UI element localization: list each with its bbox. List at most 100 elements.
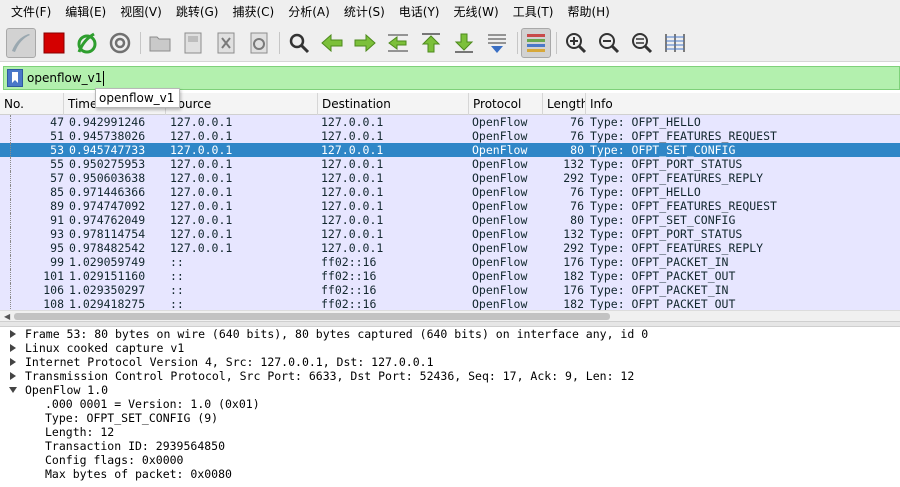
packet-row[interactable]: 108 1.029418275:: ff02::16 OpenFlow 182 Type:… <box>0 297 900 311</box>
menu-wireless[interactable]: 无线(W) <box>447 0 506 25</box>
find-packet-button[interactable] <box>284 28 314 58</box>
packet-time: 0.950603638 <box>69 171 146 185</box>
detail-text: Transaction ID: 2939564850 <box>45 439 226 453</box>
go-forward-button[interactable] <box>350 28 380 58</box>
packet-row[interactable]: 106 1.029350297:: ff02::16 OpenFlow 176 Type:… <box>0 283 900 297</box>
menu-capture[interactable]: 捕获(C) <box>225 0 281 25</box>
packet-protocol: OpenFlow <box>472 255 528 269</box>
expand-right-icon[interactable] <box>8 369 18 383</box>
column-header-info[interactable]: Info <box>586 93 900 115</box>
column-header-protocol[interactable]: Protocol <box>469 93 543 115</box>
packet-time: 0.974747092 <box>69 199 146 213</box>
display-filter-input[interactable] <box>27 67 887 89</box>
packet-row[interactable]: 101 1.029151160:: ff02::16 OpenFlow 182 Type:… <box>0 269 900 283</box>
detail-field[interactable]: .000 0001 = Version: 1.0 (0x01) <box>0 397 900 411</box>
packet-info: Type: OFPT_PORT_STATUS <box>590 157 743 171</box>
expand-right-icon[interactable] <box>8 341 18 355</box>
packet-source: 127.0.0.1 <box>170 185 233 199</box>
go-to-packet-icon <box>388 34 408 52</box>
packet-row[interactable]: 55 0.950275953 127.0.0.1 127.0.0.1 OpenFlow 1… <box>0 157 900 171</box>
detail-text: Config flags: 0x0000 <box>45 453 184 467</box>
go-last-button[interactable] <box>449 28 479 58</box>
detail-protocol-node[interactable]: Frame 53: 80 bytes on wire (640 bits), 8… <box>0 327 900 341</box>
start-capture-button[interactable] <box>6 28 36 58</box>
reload-file-button[interactable] <box>244 28 274 58</box>
packet-row[interactable]: 85 0.971446366 127.0.0.1 127.0.0.1 OpenFlow 7… <box>0 185 900 199</box>
packet-row[interactable]: 89 0.974747092 127.0.0.1 127.0.0.1 OpenFlow 7… <box>0 199 900 213</box>
go-back-button[interactable] <box>317 28 347 58</box>
detail-protocol-node[interactable]: Internet Protocol Version 4, Src: 127.0.… <box>0 355 900 369</box>
find-packet-icon <box>289 33 310 54</box>
packet-list-hscrollbar[interactable]: ◀ <box>0 310 900 321</box>
colorize-icon <box>527 34 545 52</box>
packet-time: 0.974762049 <box>69 213 146 227</box>
resize-columns-button[interactable] <box>660 28 690 58</box>
detail-field[interactable]: Type: OFPT_SET_CONFIG (9) <box>0 411 900 425</box>
detail-protocol-node[interactable]: Linux cooked capture v1 <box>0 341 900 355</box>
menu-edit[interactable]: 编辑(E) <box>58 0 113 25</box>
detail-protocol-node[interactable]: Transmission Control Protocol, Src Port:… <box>0 369 900 383</box>
packet-info: Type: OFPT_FEATURES_REPLY <box>590 241 764 255</box>
filter-autocomplete-item[interactable]: openflow_v1 <box>95 88 180 108</box>
packet-row[interactable]: 99 1.029059749:: ff02::16 OpenFlow 176 Type: … <box>0 255 900 269</box>
capture-options-button[interactable] <box>105 28 135 58</box>
detail-protocol-node[interactable]: OpenFlow 1.0 <box>0 383 900 397</box>
close-file-icon <box>217 32 235 54</box>
packet-source: 127.0.0.1 <box>170 227 233 241</box>
menu-telephony[interactable]: 电话(Y) <box>392 0 447 25</box>
expand-right-icon[interactable] <box>8 327 18 341</box>
packet-protocol: OpenFlow <box>472 185 528 199</box>
detail-text: Max bytes of packet: 0x0080 <box>45 467 232 481</box>
detail-field[interactable]: Config flags: 0x0000 <box>0 453 900 467</box>
zoom-in-button[interactable] <box>561 28 591 58</box>
detail-field[interactable]: Max bytes of packet: 0x0080 <box>0 467 900 481</box>
packet-time: 0.978482542 <box>69 241 146 255</box>
go-to-packet-button[interactable] <box>383 28 413 58</box>
packet-length: 176 <box>563 283 584 297</box>
stop-capture-button[interactable] <box>39 28 69 58</box>
auto-scroll-button[interactable] <box>482 28 512 58</box>
menu-tools[interactable]: 工具(T) <box>506 0 561 25</box>
go-first-button[interactable] <box>416 28 446 58</box>
expand-down-icon[interactable] <box>8 383 18 397</box>
detail-field[interactable]: Transaction ID: 2939564850 <box>0 439 900 453</box>
normal-size-button[interactable] <box>627 28 657 58</box>
column-header-no[interactable]: No. <box>0 93 64 115</box>
packet-row[interactable]: 93 0.978114754 127.0.0.1 127.0.0.1 OpenFlow 1… <box>0 227 900 241</box>
zoom-out-button[interactable] <box>594 28 624 58</box>
restart-capture-button[interactable] <box>72 28 102 58</box>
packet-info: Type: OFPT_PACKET_OUT <box>590 297 736 311</box>
packet-row[interactable]: 51 0.945738026 127.0.0.1 127.0.0.1 OpenFlow 7… <box>0 129 900 143</box>
detail-field[interactable]: Length: 12 <box>0 425 900 439</box>
scroll-left-icon[interactable]: ◀ <box>4 312 10 321</box>
packet-destination: 127.0.0.1 <box>321 157 384 171</box>
packet-length: 76 <box>570 185 584 199</box>
menu-analyze[interactable]: 分析(A) <box>281 0 337 25</box>
menu-file[interactable]: 文件(F) <box>4 0 58 25</box>
detail-text: OpenFlow 1.0 <box>25 383 109 397</box>
packet-info: Type: OFPT_FEATURES_REQUEST <box>590 199 777 213</box>
open-file-button[interactable] <box>145 28 175 58</box>
menu-statistics[interactable]: 统计(S) <box>337 0 392 25</box>
menu-help[interactable]: 帮助(H) <box>560 0 616 25</box>
close-file-button[interactable] <box>211 28 241 58</box>
packet-source: :: <box>170 269 184 283</box>
scrollbar-thumb[interactable] <box>14 313 610 320</box>
packet-row[interactable]: 91 0.974762049 127.0.0.1 127.0.0.1 OpenFlow 8… <box>0 213 900 227</box>
packet-row[interactable]: 53 0.945747733 127.0.0.1 127.0.0.1 OpenFlow 8… <box>0 143 900 157</box>
expand-right-icon[interactable] <box>8 355 18 369</box>
filter-bookmark-button[interactable] <box>7 69 23 87</box>
packet-row[interactable]: 95 0.978482542 127.0.0.1 127.0.0.1 OpenFlow 2… <box>0 241 900 255</box>
menu-view[interactable]: 视图(V) <box>113 0 169 25</box>
column-header-source[interactable]: Source <box>166 93 318 115</box>
column-header-length[interactable]: Length <box>543 93 586 115</box>
column-header-destination[interactable]: Destination <box>318 93 469 115</box>
colorize-button[interactable] <box>521 28 551 58</box>
packet-destination: ff02::16 <box>321 255 377 269</box>
menu-go[interactable]: 跳转(G) <box>169 0 226 25</box>
packet-no: 51 <box>50 129 64 143</box>
packet-destination: 127.0.0.1 <box>321 129 384 143</box>
packet-row[interactable]: 57 0.950603638 127.0.0.1 127.0.0.1 OpenFlow 2… <box>0 171 900 185</box>
packet-row[interactable]: 47 0.942991246 127.0.0.1 127.0.0.1 OpenFlow 7… <box>0 115 900 129</box>
save-file-button[interactable] <box>178 28 208 58</box>
